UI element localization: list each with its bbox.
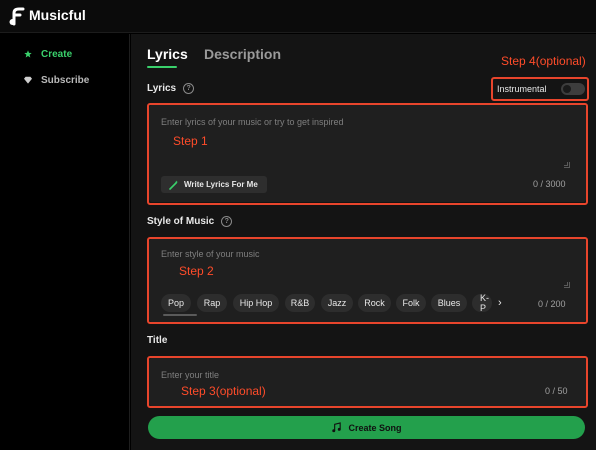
lyrics-label-text: Lyrics [147,83,177,94]
step3-annotation: Step 3(optional) [181,384,266,398]
create-song-button[interactable]: Create Song [148,416,585,439]
instrumental-label: Instrumental [497,84,547,94]
title-placeholder: Enter your title [161,370,220,380]
app-title[interactable]: Musicful [29,7,86,23]
musicful-logo-icon[interactable] [8,6,28,26]
resize-handle-icon[interactable] [564,162,570,168]
diamond-icon [24,76,32,84]
write-lyrics-button[interactable]: Write Lyrics For Me [161,176,267,193]
title-counter: 0 / 50 [545,386,568,396]
lyrics-placeholder: Enter lyrics of your music or try to get… [161,117,344,127]
step2-annotation: Step 2 [179,264,214,278]
lyrics-counter: 0 / 3000 [533,179,566,189]
active-tab-indicator [147,66,177,68]
help-icon[interactable]: ? [183,83,195,94]
chip-pop[interactable]: Pop [161,294,191,312]
title-label: Title [147,335,167,346]
resize-handle-icon[interactable] [564,282,570,288]
chip-rnb[interactable]: R&B [285,294,315,312]
chip-folk[interactable]: Folk [396,294,426,312]
style-label-text: Style of Music [147,216,215,227]
chip-jazz[interactable]: Jazz [321,294,353,312]
chip-blues[interactable]: Blues [431,294,467,312]
step3-highlight [147,356,588,408]
magic-wand-icon [169,180,179,190]
star-icon [24,50,32,58]
chip-rap[interactable]: Rap [197,294,227,312]
chip-hip-hop[interactable]: Hip Hop [233,294,279,312]
sidebar: Create Subscribe [0,34,130,450]
chip-kpop[interactable]: K-P [472,294,492,312]
style-placeholder: Enter style of your music [161,249,260,259]
sidebar-item-label: Subscribe [41,74,90,86]
lyrics-label: Lyrics ? [147,83,195,94]
create-song-label: Create Song [348,422,402,433]
tab-description[interactable]: Description [204,46,281,62]
title-label-text: Title [147,335,168,346]
instrumental-toggle[interactable] [561,83,585,95]
music-note-icon [332,422,342,433]
sidebar-item-label: Create [41,48,73,60]
top-bar: Musicful [0,0,596,33]
step4-annotation: Step 4(optional) [501,54,586,68]
step1-annotation: Step 1 [173,134,208,148]
help-icon[interactable]: ? [221,216,233,227]
style-counter: 0 / 200 [538,299,566,309]
style-label: Style of Music ? [147,216,233,227]
chevron-right-icon[interactable]: › [498,297,502,309]
sidebar-item-create[interactable]: Create [24,46,72,62]
write-lyrics-label: Write Lyrics For Me [184,180,258,189]
chip-rock[interactable]: Rock [358,294,391,312]
toggle-knob [563,85,571,93]
tab-lyrics[interactable]: Lyrics [147,46,188,62]
sidebar-item-subscribe[interactable]: Subscribe [24,72,89,88]
main-panel: Lyrics Description Step 4(optional) Lyri… [131,34,596,450]
chip-scrollbar[interactable] [163,314,197,316]
